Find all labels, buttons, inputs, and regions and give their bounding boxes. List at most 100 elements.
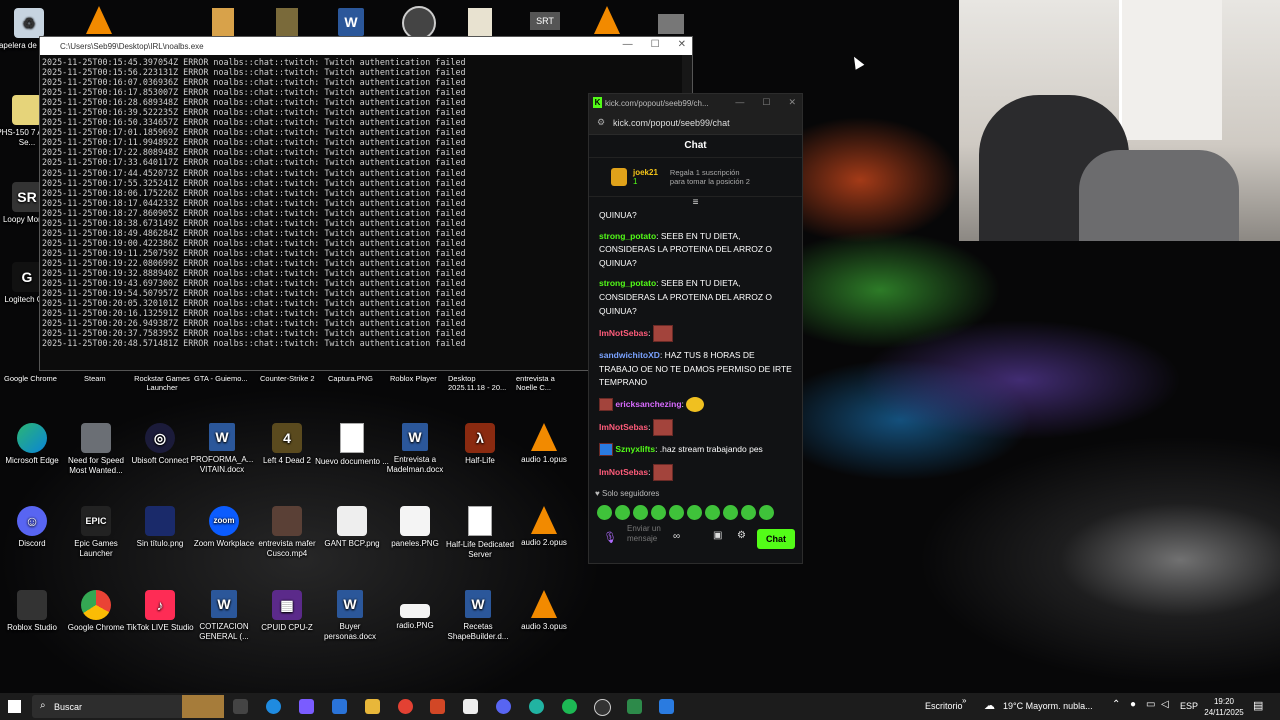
microphone-icon[interactable]: ● (1130, 699, 1136, 710)
weather-icon: ☁ (984, 700, 995, 712)
console-line: 2025-11-25T00:15:45.397054Z ERROR noalbs… (42, 57, 466, 67)
minimize-icon[interactable]: — (623, 39, 633, 50)
chevron-right-icon[interactable]: » (962, 696, 966, 705)
chat-message: ImNotSebas: (599, 463, 792, 481)
weather-text[interactable]: 19°C Mayorm. nubla... (1003, 701, 1093, 711)
file-explorer-icon[interactable] (365, 699, 380, 714)
network-icon[interactable]: ▭ (1146, 699, 1155, 710)
vlc-icon (531, 590, 557, 618)
console-line: 2025-11-25T00:16:07.036936Z ERROR noalbs… (42, 77, 466, 88)
volume-icon[interactable]: ◁ (1161, 699, 1169, 710)
chat-message: QUINUA? (599, 210, 637, 220)
desktop-icon-chrome[interactable]: Google Chrome (59, 590, 133, 633)
console-line: 2025-11-25T00:15:56.223131Z ERROR noalbs… (42, 67, 466, 78)
search-box[interactable]: ⌕ Buscar (32, 695, 224, 718)
chat-username[interactable]: strong_potato (599, 278, 656, 288)
word-doc-icon: W (465, 590, 491, 618)
chrome-icon[interactable] (398, 699, 413, 714)
vlc-icon[interactable] (594, 6, 620, 38)
kick-titlebar[interactable]: K kick.com/popout/seeb99/ch... — ☐ ✕ (589, 94, 802, 112)
loopy-icon: SR (12, 182, 42, 212)
console-titlebar[interactable]: C:\Users\Seb99\Desktop\IRL\noalbs.exe — … (40, 37, 692, 55)
close-icon[interactable]: ✕ (788, 97, 796, 108)
obs-icon[interactable] (594, 699, 611, 716)
desktop-icon-tiktok[interactable]: ♪ TikTok LIVE Studio (123, 590, 197, 633)
tiktok-icon: ♪ (145, 590, 175, 620)
powerpoint-icon[interactable] (430, 699, 445, 714)
discord-icon[interactable] (496, 699, 511, 714)
windows-start-icon[interactable] (8, 700, 21, 713)
url-bar[interactable]: ⚙ kick.com/popout/seeb99/chat (589, 112, 802, 135)
chat-username[interactable]: strong_potato (599, 231, 656, 241)
desktop-icon-audio2[interactable]: audio 2.opus (507, 506, 581, 548)
gear-icon[interactable]: ⚙ (737, 530, 746, 541)
app-icon[interactable] (529, 699, 544, 714)
store-icon[interactable] (332, 699, 347, 714)
language-indicator[interactable]: ESP (1180, 701, 1198, 711)
chat-username[interactable]: sandwichitoXD (599, 350, 660, 360)
copilot-icon[interactable] (299, 699, 314, 714)
desktop-icon-sin-titulo[interactable]: Sin título.png (123, 506, 197, 549)
vlc-icon[interactable] (86, 6, 112, 38)
close-icon[interactable]: ✕ (678, 39, 686, 50)
task-view-icon[interactable] (233, 699, 248, 714)
obs-icon[interactable] (402, 6, 436, 40)
desktop-icon-audio3[interactable]: audio 3.opus (507, 590, 581, 632)
maximize-icon[interactable]: ☐ (762, 97, 770, 108)
chat-username[interactable]: ImNotSebas (599, 328, 648, 338)
minimize-icon[interactable]: — (735, 97, 744, 108)
desktop-icon-l4d2[interactable]: 4 Left 4 Dead 2 (250, 423, 324, 466)
desktop-icon-nfs[interactable]: Need for Speed Most Wanted... (59, 423, 133, 476)
emote-icon (759, 505, 774, 520)
chrome-icon (81, 590, 111, 620)
chat-username[interactable]: ImNotSebas (599, 466, 648, 476)
maximize-icon[interactable]: ☐ (651, 39, 660, 50)
logitech-icon: G (12, 262, 42, 292)
vlc-icon (531, 423, 557, 451)
edge-icon[interactable] (266, 699, 281, 714)
message-input[interactable]: Enviar un mensaje (627, 524, 667, 544)
desktop-icon-mp4[interactable]: entrevista mafer Cusco.mp4 (250, 506, 324, 559)
desktop-file-icon[interactable] (276, 8, 298, 36)
desktop-icon-epic[interactable]: EPIC Epic Games Launcher (59, 506, 133, 559)
chat-username[interactable]: Sznyxlifts (615, 444, 655, 454)
desktop-icon-paneles[interactable]: paneles.PNG (378, 506, 452, 549)
desktop-icon-buyer[interactable]: W Buyer personas.docx (313, 590, 387, 642)
webcam-overlay (959, 0, 1280, 241)
site-settings-icon[interactable]: ⚙ (597, 117, 605, 128)
emote-icon (652, 418, 673, 436)
gift-icon[interactable]: ▣ (713, 530, 722, 541)
emote-icon (687, 505, 702, 520)
chat-username[interactable]: ericksanchezing (615, 399, 681, 409)
desktop-icon-audio1[interactable]: audio 1.opus (507, 423, 581, 465)
emote-icon (669, 505, 684, 520)
scroll-indicator-icon[interactable]: ≡ (589, 197, 802, 209)
srt-icon[interactable]: SRT (530, 12, 560, 30)
desktop-file-icon[interactable] (468, 8, 492, 36)
desktop-label[interactable]: Escritorio (925, 701, 963, 711)
chat-message: ImNotSebas: (599, 325, 792, 343)
chevron-up-icon[interactable]: ⌃ (1112, 699, 1120, 710)
desktop-file-icon[interactable] (212, 8, 234, 36)
desktop-icon-recetas[interactable]: W Recetas ShapeBuilder.d... (441, 590, 515, 642)
desktop-icon-entrevista[interactable]: W Entrevista a Madelman.docx (378, 423, 452, 475)
notepad-icon[interactable] (463, 699, 478, 714)
clock[interactable]: 19:20 24/11/2025 (1202, 696, 1246, 718)
microphone-icon[interactable]: 🎙 (603, 531, 617, 544)
chat-message: Sznyxlifts: .haz stream trabajando pes (599, 443, 792, 457)
notification-icon[interactable]: ▤ (1253, 699, 1263, 712)
desktop-icon-half-life[interactable]: λ Half-Life (443, 423, 517, 466)
desktop-icon-hlds[interactable]: Half-Life Dedicated Server (443, 506, 517, 560)
app-icon[interactable] (659, 699, 674, 714)
send-chat-button[interactable]: Chat (757, 529, 795, 549)
chat-username[interactable]: ImNotSebas (599, 422, 648, 432)
kick-chat-popout[interactable]: K kick.com/popout/seeb99/ch... — ☐ ✕ ⚙ k… (588, 93, 803, 564)
spotify-icon[interactable] (562, 699, 577, 714)
desktop-icon-proforma[interactable]: W PROFORMA_A... VITAIN.docx (185, 423, 259, 475)
desktop-image-icon[interactable] (658, 14, 684, 34)
pinned-gifter[interactable]: joek21 1 Regala 1 suscripción para tomar… (589, 158, 802, 197)
emote-bar[interactable] (589, 505, 782, 520)
video-file-icon (272, 506, 302, 536)
terminal-icon[interactable] (627, 699, 642, 714)
emoji-icon[interactable]: ∞ (673, 531, 680, 542)
